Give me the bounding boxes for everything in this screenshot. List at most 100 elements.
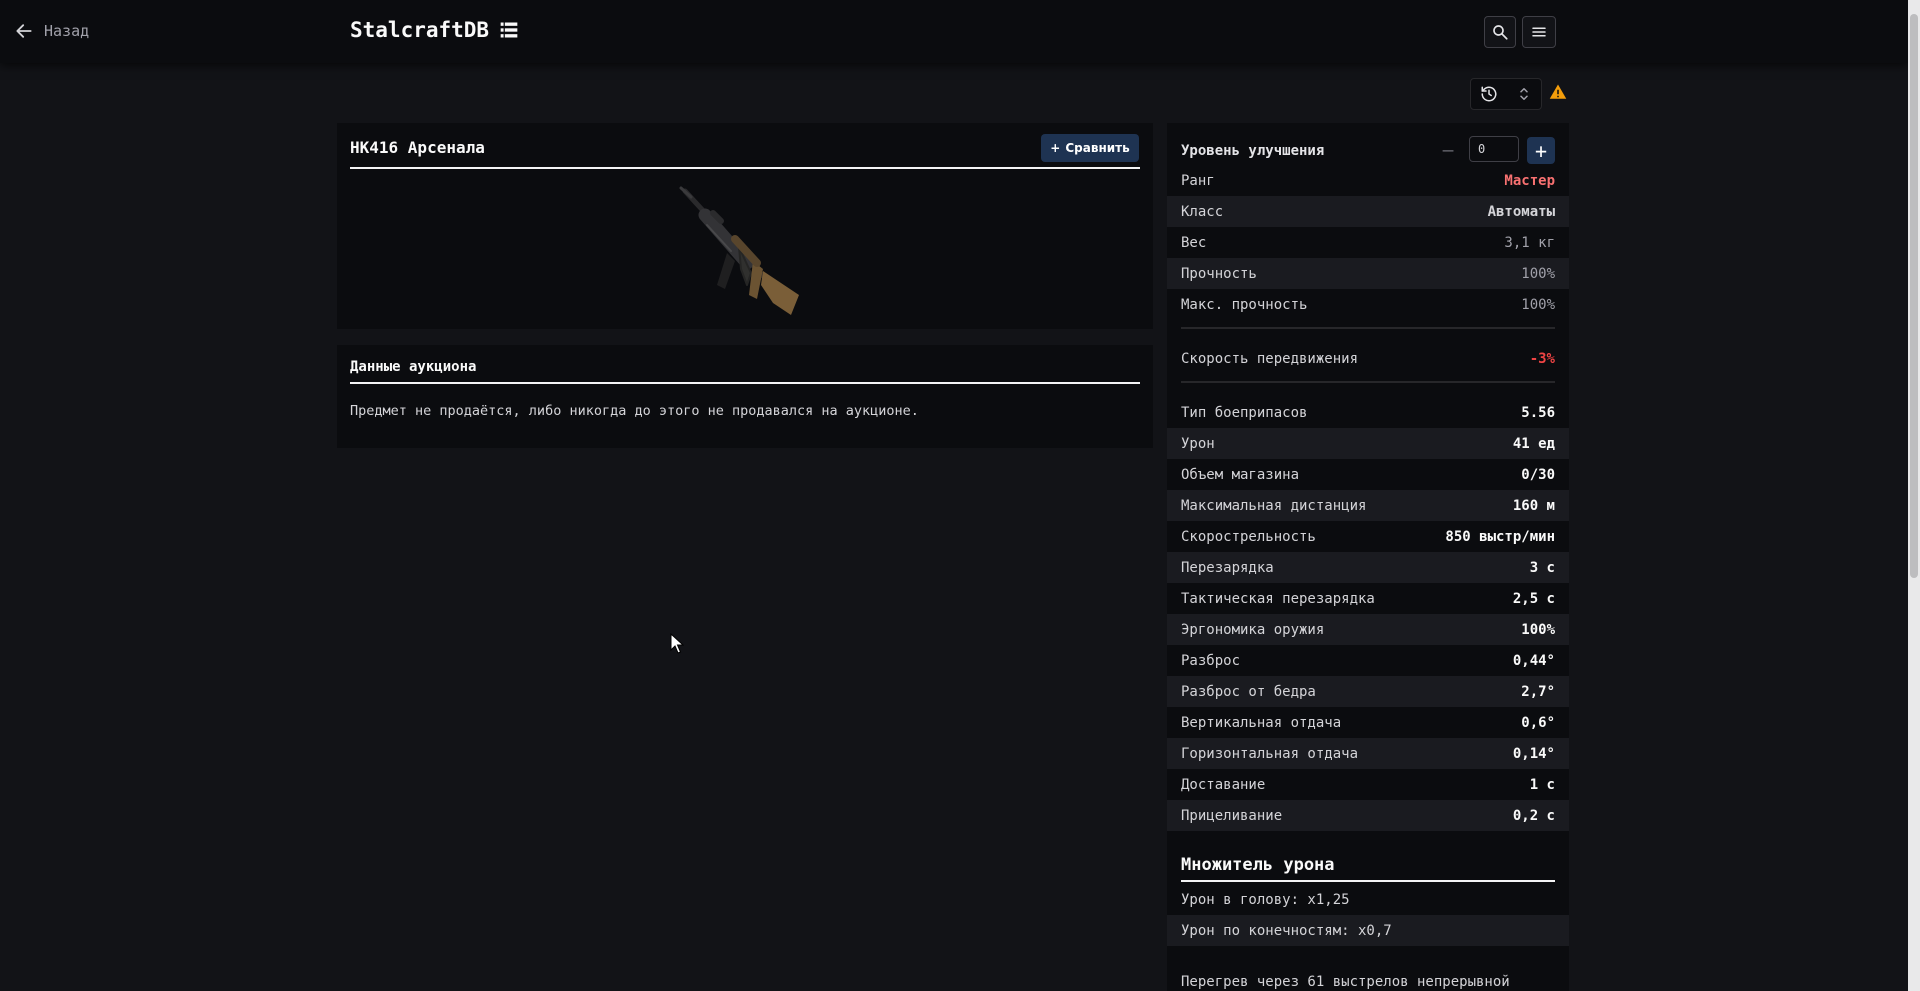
stat-value: 3,1 кг <box>1504 234 1555 251</box>
stat-row-class: Класс Автоматы <box>1167 196 1569 227</box>
stat-row: Урон 41 ед <box>1167 428 1569 459</box>
stat-value: 5.56 <box>1521 404 1555 421</box>
stat-row: Скорострельность 850 выстр/мин <box>1167 521 1569 552</box>
stat-label: Скорость передвижения <box>1181 350 1359 367</box>
stat-value: 850 выстр/мин <box>1445 528 1555 545</box>
overheat-note: Перегрев через 61 выстрелов непрерывной <box>1181 973 1510 990</box>
version-history-select[interactable] <box>1470 78 1542 110</box>
stat-label: Тактическая перезарядка <box>1181 590 1375 607</box>
list-icon <box>500 22 518 38</box>
stat-label: Доставание <box>1181 776 1266 793</box>
stat-label: Прицеливание <box>1181 807 1283 824</box>
stat-value: 0,44° <box>1512 652 1555 669</box>
stat-row: Тип боеприпасов 5.56 <box>1167 397 1569 428</box>
back-label: Назад <box>44 22 90 40</box>
stat-value: 100% <box>1521 621 1555 638</box>
section-divider <box>1181 381 1555 383</box>
stat-value: -3% <box>1529 350 1555 367</box>
warning-icon[interactable] <box>1549 83 1567 101</box>
stat-value: Автоматы <box>1487 203 1555 220</box>
scrollbar-thumb[interactable] <box>1910 14 1918 578</box>
upgrade-label: Уровень улучшения <box>1181 143 1325 159</box>
stat-value: 160 м <box>1512 497 1555 514</box>
stat-row-max-durability: Макс. прочность 100% <box>1167 289 1569 320</box>
stat-value: 3 с <box>1529 559 1555 576</box>
stat-label: Объем магазина <box>1181 466 1300 483</box>
compare-button[interactable]: + Сравнить <box>1041 134 1139 162</box>
stat-row: Объем магазина 0/30 <box>1167 459 1569 490</box>
stat-value: 41 ед <box>1512 435 1555 452</box>
chevron-updown-icon <box>1519 88 1528 100</box>
stat-row: Максимальная дистанция 160 м <box>1167 490 1569 521</box>
headshot-multiplier: Урон в голову: x1,25 <box>1181 891 1350 908</box>
stat-row-move-speed: Скорость передвижения -3% <box>1167 343 1569 374</box>
upgrade-decrease-button[interactable]: – <box>1435 137 1461 163</box>
stat-row: Прицеливание 0,2 с <box>1167 800 1569 831</box>
top-header: Назад StalcraftDB <box>0 0 1908 63</box>
item-card: HK416 Арсенала + Сравнить <box>337 123 1153 329</box>
stat-row: Тактическая перезарядка 2,5 с <box>1167 583 1569 614</box>
section-divider <box>1181 327 1555 329</box>
stat-value: 1 с <box>1529 776 1555 793</box>
upgrade-increase-button[interactable]: + <box>1527 137 1555 164</box>
stat-value: 2,5 с <box>1512 590 1555 607</box>
stat-row: Перезарядка 3 с <box>1167 552 1569 583</box>
auction-title: Данные аукциона <box>350 359 477 375</box>
item-title: HK416 Арсенала <box>350 138 485 157</box>
page-scrollbar[interactable] <box>1908 0 1920 991</box>
stat-label: Прочность <box>1181 265 1257 282</box>
stat-value: 0,6° <box>1521 714 1555 731</box>
stat-label: Разброс <box>1181 652 1241 669</box>
stat-label: Тип боеприпасов <box>1181 404 1308 421</box>
stat-value: 2,7° <box>1521 683 1555 700</box>
stat-label: Урон <box>1181 435 1215 452</box>
stats-panel: Уровень улучшения – + Ранг Мастер Класс … <box>1167 123 1569 991</box>
stat-label: Ранг <box>1181 172 1215 189</box>
stat-label: Максимальная дистанция <box>1181 497 1367 514</box>
damage-multiplier-title: Множитель урона <box>1181 855 1335 875</box>
stat-row-weight: Вес 3,1 кг <box>1167 227 1569 258</box>
compare-label: Сравнить <box>1065 141 1130 155</box>
stat-label: Разброс от бедра <box>1181 683 1316 700</box>
stat-value: 0,14° <box>1512 745 1555 762</box>
arrow-left-icon <box>16 24 32 38</box>
back-button[interactable]: Назад <box>14 21 89 41</box>
search-icon <box>1493 25 1508 40</box>
stat-label: Перезарядка <box>1181 559 1274 576</box>
site-logo[interactable]: StalcraftDB <box>350 18 519 42</box>
stat-label: Эргономика оружия <box>1181 621 1325 638</box>
limb-multiplier: Урон по конечностям: x0,7 <box>1167 915 1569 946</box>
logo-text: StalcraftDB <box>350 18 490 42</box>
mouse-cursor-icon <box>670 633 684 654</box>
stat-row: Горизонтальная отдача 0,14° <box>1167 738 1569 769</box>
auction-divider <box>350 382 1140 384</box>
auction-message: Предмет не продаётся, либо никогда до эт… <box>350 403 919 419</box>
auction-card: Данные аукциона Предмет не продаётся, ли… <box>337 345 1153 448</box>
stat-value: 0,2 с <box>1512 807 1555 824</box>
stat-label: Вертикальная отдача <box>1181 714 1342 731</box>
stat-label: Вес <box>1181 234 1207 251</box>
stat-value: 0/30 <box>1521 466 1555 483</box>
stat-label: Скорострельность <box>1181 528 1316 545</box>
stat-row: Разброс 0,44° <box>1167 645 1569 676</box>
stat-label: Класс <box>1181 203 1224 220</box>
menu-button[interactable] <box>1522 16 1556 48</box>
stat-row: Вертикальная отдача 0,6° <box>1167 707 1569 738</box>
upgrade-level-input[interactable] <box>1469 136 1519 162</box>
hamburger-icon <box>1532 27 1546 37</box>
stat-value: Мастер <box>1504 172 1555 189</box>
stat-row-durability: Прочность 100% <box>1167 258 1569 289</box>
stat-row: Доставание 1 с <box>1167 769 1569 800</box>
weapon-image <box>679 186 799 315</box>
history-icon <box>1481 86 1496 102</box>
title-divider <box>350 167 1140 169</box>
search-button[interactable] <box>1484 16 1516 48</box>
multiplier-divider <box>1181 880 1555 882</box>
stat-row: Эргономика оружия 100% <box>1167 614 1569 645</box>
stat-row-rank: Ранг Мастер <box>1167 165 1569 196</box>
stat-value: 100% <box>1521 265 1555 282</box>
stat-label: Горизонтальная отдача <box>1181 745 1359 762</box>
stat-label: Макс. прочность <box>1181 296 1308 313</box>
plus-icon: + <box>1050 141 1061 155</box>
stat-row: Разброс от бедра 2,7° <box>1167 676 1569 707</box>
